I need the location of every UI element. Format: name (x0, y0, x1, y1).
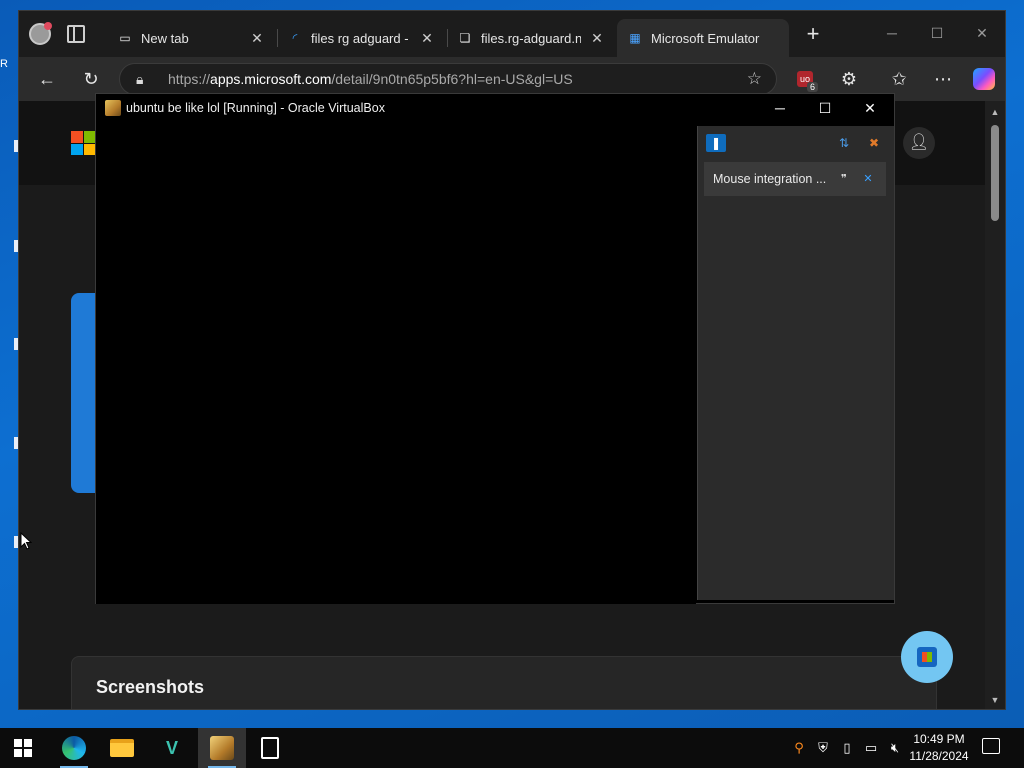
device-icon[interactable]: ▯ (838, 738, 856, 758)
lock-icon: 🔒︎ (136, 71, 144, 87)
search-tray-icon[interactable]: ⚲ (790, 738, 808, 758)
desktop-label-peek: R (0, 58, 8, 70)
page-icon: ❏ (459, 31, 471, 45)
new-tab-button[interactable]: + (801, 23, 825, 47)
more-menu-icon[interactable]: ⋯ (931, 67, 955, 91)
minimize-button[interactable]: ─ (760, 94, 800, 122)
maximize-button[interactable]: ☐ (805, 94, 845, 122)
back-button[interactable]: ← (35, 67, 59, 91)
tab-microsoft-emulator[interactable]: ▦ Microsoft Emulator (617, 19, 789, 57)
close-window-button[interactable]: ✕ (967, 21, 997, 45)
close-icon[interactable]: ✕ (419, 30, 435, 47)
close-icon[interactable]: ✕ (249, 30, 265, 47)
account-icon[interactable]: 👤︎ (903, 127, 935, 159)
notification-text: Mouse integration ... (713, 172, 827, 186)
notification-center-panel: ❚ ⇅ ✖ Mouse integration ... ❞ ✕ (697, 126, 894, 600)
page-scrollbar[interactable]: ▲ ▼ (985, 101, 1005, 709)
tab-actions-icon[interactable] (67, 25, 85, 43)
tab-adguard-search[interactable]: ◜ files rg adguard - Se ✕ (277, 19, 445, 57)
tab-strip: ▭ New tab ✕ ◜ files rg adguard - Se ✕ ❏ … (19, 11, 1005, 57)
close-window-button[interactable]: ✕ (850, 94, 890, 122)
clock-time: 10:49 PM (913, 732, 965, 746)
visual-studio-icon: V (165, 738, 178, 758)
virtualbox-titlebar[interactable]: ubuntu be like lol [Running] - Oracle Vi… (96, 94, 894, 122)
tab-adguard-files[interactable]: ❏ files.rg-adguard.net ✕ (447, 19, 615, 57)
tab-new-tab[interactable]: ▭ New tab ✕ (107, 19, 275, 57)
virtualbox-window: ubuntu be like lol [Running] - Oracle Vi… (95, 93, 895, 604)
microsoft-store-icon: ▦ (629, 31, 641, 45)
scroll-down-icon[interactable]: ▼ (989, 695, 1001, 705)
taskbar-notepad[interactable] (246, 728, 294, 768)
tab-label: New tab (141, 30, 189, 46)
edge-icon (62, 736, 86, 760)
loading-icon: ◜ (292, 31, 298, 45)
microsoft-store-icon (917, 647, 937, 667)
favorites-icon[interactable]: ✩ (887, 67, 911, 91)
address-bar[interactable]: 🔒︎ https://apps.microsoft.com/detail/9n0… (119, 63, 777, 95)
folder-icon (110, 739, 134, 757)
taskbar-clock[interactable]: 10:49 PM 11/28/2024 (905, 731, 973, 765)
section-title: Screenshots (96, 677, 205, 697)
new-tab-icon: ▭ (119, 31, 131, 45)
store-app-button[interactable] (901, 631, 953, 683)
notification-toggle-icon[interactable]: ❚ (706, 134, 726, 152)
profile-avatar[interactable] (29, 22, 52, 45)
refresh-button[interactable]: ↻ (79, 67, 103, 91)
copilot-icon[interactable] (973, 68, 995, 90)
taskbar-virtualbox[interactable] (198, 728, 246, 768)
tab-label: files rg adguard - Se (311, 30, 411, 46)
info-icon[interactable]: ❞ (836, 162, 852, 196)
extension-badge: 6 (807, 82, 819, 92)
notification-item[interactable]: Mouse integration ... ❞ ✕ (704, 162, 886, 196)
volume-muted-icon[interactable]: 🔇︎ (886, 738, 904, 758)
minimize-button[interactable]: ─ (877, 21, 907, 45)
favorite-star-icon[interactable]: ☆ (747, 64, 762, 94)
window-title: ubuntu be like lol [Running] - Oracle Vi… (126, 101, 385, 115)
screenshots-section: Screenshots (71, 656, 937, 709)
file-icon (261, 737, 279, 759)
taskbar: V ⚲ ⛨ ▯ ▭ 🔇︎ 10:49 PM 11/28/2024 (0, 728, 1024, 768)
start-button[interactable] (14, 739, 32, 757)
tab-label: files.rg-adguard.net (481, 30, 581, 46)
notification-center-icon[interactable] (982, 738, 1000, 754)
virtualbox-icon (210, 736, 234, 760)
taskbar-edge[interactable] (50, 728, 98, 768)
tab-label: Microsoft Emulator (651, 30, 760, 46)
dismiss-all-icon[interactable]: ✖ (864, 134, 884, 152)
address-url: https://apps.microsoft.com/detail/9n0tn6… (168, 71, 573, 87)
extensions-icon[interactable]: ⚙ (837, 67, 861, 91)
close-icon[interactable]: ✕ (589, 30, 605, 47)
clock-date: 11/28/2024 (909, 749, 969, 763)
microsoft-logo-icon[interactable] (71, 131, 95, 155)
taskbar-file-explorer[interactable] (98, 728, 146, 768)
network-icon[interactable]: ▭ (862, 738, 880, 758)
mouse-cursor-icon (20, 531, 33, 550)
scroll-up-icon[interactable]: ▲ (989, 107, 1001, 117)
maximize-button[interactable]: ☐ (922, 21, 952, 45)
virtualbox-icon (105, 100, 121, 116)
scroll-thumb[interactable] (991, 125, 999, 221)
security-shield-icon[interactable]: ⛨ (814, 738, 832, 758)
taskbar-visual-studio[interactable]: V (148, 728, 196, 768)
sort-icon[interactable]: ⇅ (834, 134, 854, 152)
vm-display[interactable] (96, 122, 696, 604)
close-icon[interactable]: ✕ (860, 162, 876, 196)
